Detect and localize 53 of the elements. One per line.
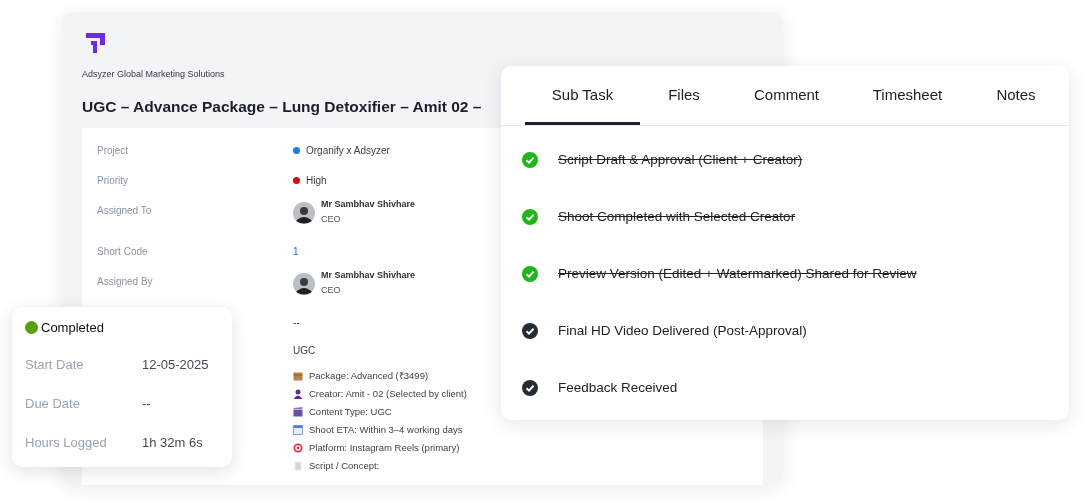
- subtask-title: Final HD Video Delivered (Post-Approval): [558, 323, 807, 338]
- description-line: Creator: Amit - 02 (Selected by client): [309, 388, 467, 400]
- check-circle-icon[interactable]: [522, 322, 538, 339]
- field-label: Start Date: [25, 357, 85, 374]
- field-value: --: [293, 317, 300, 328]
- avatar-icon: [293, 202, 315, 224]
- avatar-icon: [293, 273, 315, 295]
- tab[interactable]: Comment: [728, 66, 845, 125]
- field-label: Project: [97, 145, 129, 156]
- field-value: 12-05-2025: [142, 357, 209, 374]
- field-label: Priority: [97, 175, 129, 186]
- field-label: Short Code: [97, 246, 148, 257]
- task-title: UGC – Advance Package – Lung Detoxifier – Amit 02 –: [82, 98, 483, 116]
- subtask-title: Shoot Completed with Selected Creator: [558, 209, 796, 224]
- description-line: Script / Concept:: [309, 460, 380, 472]
- field-label: Assigned By: [97, 276, 153, 287]
- description-line: Shoot ETA: Within 3–4 working days: [309, 424, 463, 436]
- field-value: UGC: [293, 345, 316, 356]
- status-label: Completed: [41, 320, 104, 335]
- field-value: High: [306, 175, 327, 186]
- description-line: Platform: Instagram Reels (primary): [309, 442, 460, 454]
- short-code-link[interactable]: 1: [293, 246, 299, 257]
- field-value: --: [142, 396, 151, 413]
- tab[interactable]: Timesheet: [845, 66, 970, 125]
- field-label: Due Date: [25, 396, 81, 413]
- person-role: CEO: [321, 285, 342, 295]
- subtask-title: Preview Version (Edited + Watermarked) Shared for Review: [558, 266, 917, 281]
- field-label: Hours Logged: [25, 435, 108, 452]
- person-role: CEO: [321, 214, 342, 224]
- field-value: Organify x Adsyzer: [306, 145, 390, 156]
- arrow-logo-icon: [85, 32, 107, 54]
- description-line: Package: Advanced (₹3499): [309, 370, 429, 382]
- check-circle-icon[interactable]: [522, 379, 538, 396]
- person-name: Mr Sambhav Shivhare: [321, 270, 416, 280]
- target-icon: [293, 443, 303, 453]
- check-circle-icon[interactable]: [522, 208, 538, 225]
- check-circle-icon[interactable]: [522, 151, 538, 168]
- person-name: Mr Sambhav Shivhare: [321, 199, 416, 209]
- description-line: Content Type: UGC: [309, 406, 392, 418]
- tab[interactable]: Sub Task: [525, 66, 640, 125]
- clapperboard-icon: [293, 407, 303, 417]
- tab[interactable]: Files: [640, 66, 728, 125]
- person-icon: [293, 389, 303, 399]
- company-name: Adsyzer Global Marketing Solutions: [82, 69, 226, 79]
- subtask-title: Script Draft & Approval (Client + Creator): [558, 152, 803, 167]
- package-icon: [293, 371, 303, 381]
- document-icon: [293, 461, 303, 471]
- calendar-icon: [293, 425, 303, 435]
- subtask-title: Feedback Received: [558, 380, 678, 395]
- tab[interactable]: Notes: [970, 66, 1062, 125]
- field-value: 1h 32m 6s: [142, 435, 203, 452]
- field-label: Assigned To: [97, 205, 152, 216]
- check-circle-icon[interactable]: [522, 265, 538, 282]
